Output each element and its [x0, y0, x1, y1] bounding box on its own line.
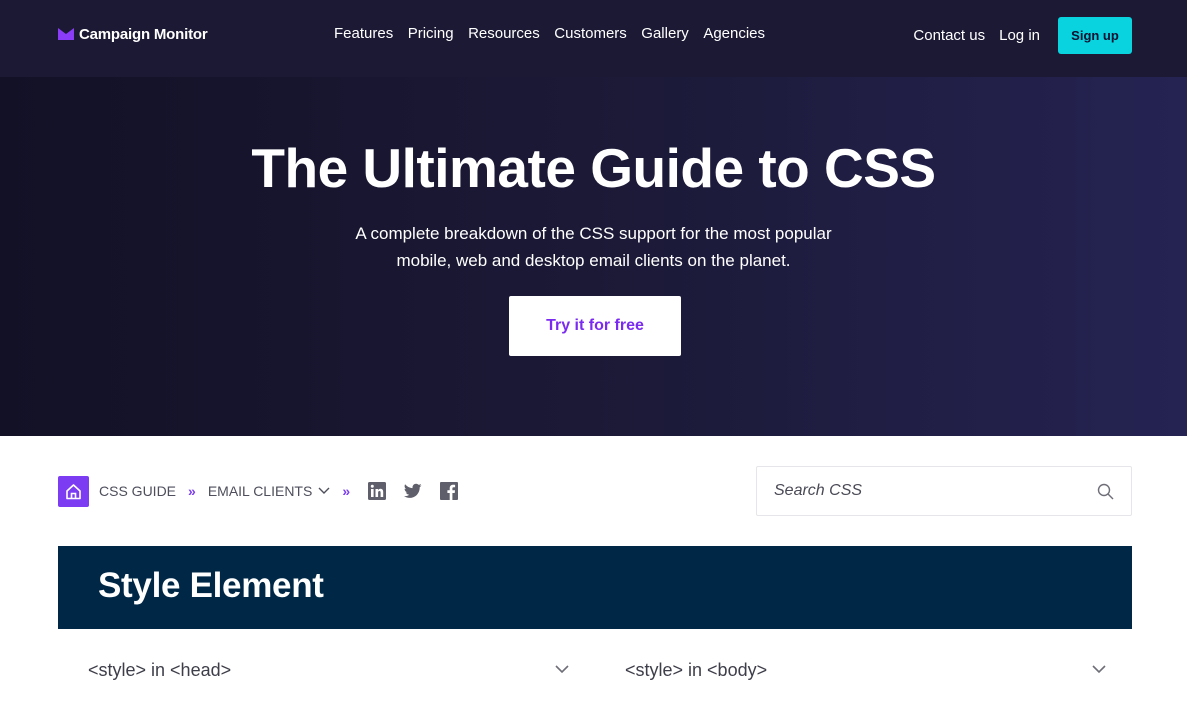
nav-gallery-link[interactable]: Gallery	[641, 24, 689, 44]
accordion-style-in-head[interactable]: <style> in <head>	[88, 651, 581, 689]
search-icon[interactable]	[1097, 483, 1114, 500]
chevron-down-icon	[1092, 665, 1106, 674]
try-it-for-free-button[interactable]: Try it for free	[509, 296, 681, 356]
hero-subtitle: A complete breakdown of the CSS support …	[0, 220, 1187, 274]
nav-resources-link[interactable]: Resources	[468, 24, 540, 44]
hero-subtitle-line-1: A complete breakdown of the CSS support …	[355, 224, 832, 243]
social-share	[360, 482, 459, 500]
account-menu: Contact us Log in Sign up	[913, 17, 1132, 54]
log-in-link[interactable]: Log in	[999, 18, 1040, 54]
breadcrumb-separator: »	[342, 483, 351, 499]
breadcrumb-email-clients: EMAIL CLIENTS	[207, 483, 313, 499]
campaign-monitor-logo-icon	[58, 28, 74, 40]
breadcrumb-css-guide[interactable]: CSS GUIDE	[99, 483, 176, 499]
home-icon	[66, 483, 81, 499]
nav-agencies-link[interactable]: Agencies	[703, 24, 765, 44]
twitter-icon[interactable]	[404, 482, 422, 500]
contact-us-link[interactable]: Contact us	[913, 18, 985, 54]
email-clients-dropdown[interactable]: EMAIL CLIENTS	[208, 483, 331, 499]
search-box	[756, 466, 1132, 516]
section-title: Style Element	[98, 566, 324, 605]
main-menu: Features Pricing Resources Customers Gal…	[334, 24, 780, 44]
brand-name: Campaign Monitor	[79, 25, 208, 43]
accordion-style-in-body[interactable]: <style> in <body>	[625, 651, 1118, 689]
hero-title: The Ultimate Guide to CSS	[251, 137, 936, 199]
hero-subtitle-line-2: mobile, web and desktop email clients on…	[396, 251, 791, 270]
home-button[interactable]	[58, 475, 89, 507]
chevron-down-icon	[555, 665, 569, 674]
chevron-down-icon	[318, 487, 330, 494]
nav-features-link[interactable]: Features	[334, 24, 393, 44]
linkedin-icon[interactable]	[368, 482, 387, 500]
breadcrumb-separator: »	[188, 483, 196, 499]
nav-customers-link[interactable]: Customers	[554, 24, 627, 44]
accordion-label: <style> in <head>	[88, 659, 232, 680]
nav-pricing-link[interactable]: Pricing	[408, 24, 454, 44]
section-header: Style Element	[58, 546, 1132, 629]
accordion-label: <style> in <body>	[625, 659, 768, 680]
brand-logo[interactable]: Campaign Monitor	[58, 24, 208, 44]
top-navigation: Campaign Monitor Features Pricing Resour…	[0, 0, 1187, 77]
search-input[interactable]	[757, 467, 1087, 515]
hero-banner: The Ultimate Guide to CSS A complete bre…	[0, 77, 1187, 436]
sign-up-button[interactable]: Sign up	[1058, 17, 1132, 54]
breadcrumb: CSS GUIDE » EMAIL CLIENTS »	[58, 475, 459, 507]
facebook-icon[interactable]	[440, 482, 459, 500]
